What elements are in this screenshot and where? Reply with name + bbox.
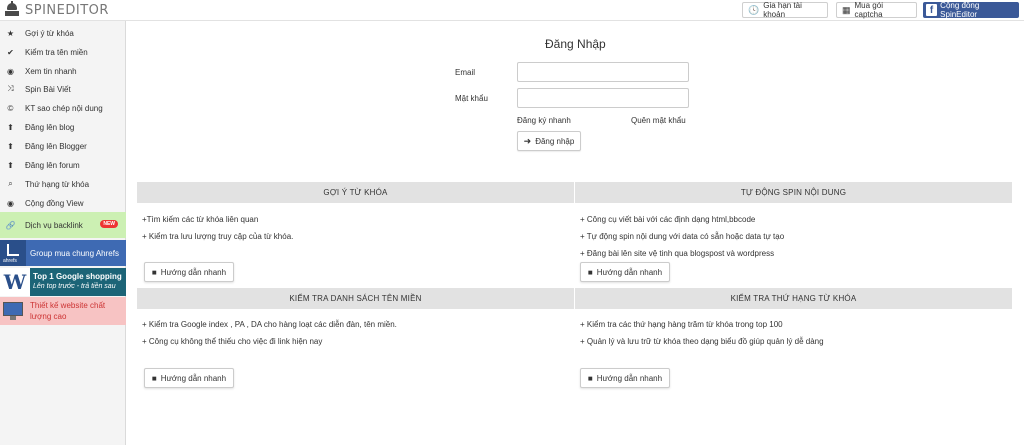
sidebar-item-post-blog[interactable]: ⬆ Đăng lên blog xyxy=(0,118,126,136)
search-icon: ⌕ xyxy=(8,179,13,188)
sidebar-item-label: Đăng lên Blogger xyxy=(25,141,87,151)
guide-button-label: Hướng dẫn nhanh xyxy=(160,267,227,277)
sidebar-item-label: Xem tin nhanh xyxy=(25,66,77,76)
video-camera-icon: ■ xyxy=(587,373,593,383)
email-label: Email xyxy=(455,68,476,77)
star-icon: ★ xyxy=(6,28,15,38)
sidebar-item-community-view[interactable]: ◉ Cộng đồng View xyxy=(0,194,126,212)
ahrefs-logo-text: ahrefs xyxy=(3,258,17,264)
w-logo-icon: W xyxy=(0,268,30,296)
sidebar-item-label: KT sao chép nội dung xyxy=(25,103,103,113)
upload-icon: ⬆ xyxy=(7,122,14,132)
login-title: Đăng Nhập xyxy=(545,37,606,51)
promo-web-line1: Thiết kế website chất xyxy=(30,301,106,310)
community-facebook-button[interactable]: f Cộng đồng SpinEditor xyxy=(923,1,1019,19)
check-icon: ✔ xyxy=(7,47,14,57)
shuffle-icon: ⤨ xyxy=(7,84,14,93)
facebook-icon: f xyxy=(926,4,938,16)
arrow-right-icon: ➜ xyxy=(523,135,532,146)
panel-auto-spin-header: TỰ ĐỘNG SPIN NỘI DUNG xyxy=(575,182,1012,203)
panel-keyword-suggest-header: GỢI Ý TỪ KHÓA xyxy=(137,182,574,203)
sidebar-item-keyword-rank[interactable]: ⌕ Thứ hạng từ khóa xyxy=(0,175,126,193)
eye-icon: ◉ xyxy=(7,66,14,76)
password-label: Mật khẩu xyxy=(455,94,488,103)
new-badge: NEW xyxy=(100,220,118,228)
sidebar-item-post-forum[interactable]: ⬆ Đăng lên forum xyxy=(0,156,126,174)
clock-icon: 🕓 xyxy=(748,4,760,15)
password-field[interactable] xyxy=(517,88,689,108)
email-field[interactable] xyxy=(517,62,689,82)
panel-domain-check-guide-button[interactable]: ■ Hướng dẫn nhanh xyxy=(144,368,234,388)
eye-icon: ◉ xyxy=(7,198,14,208)
sidebar-item-label: Dịch vụ backlink xyxy=(25,220,83,230)
sidebar-item-label: Cộng đồng View xyxy=(25,198,84,208)
promo-shop-title: Top 1 Google shopping xyxy=(33,272,122,281)
panel-auto-spin-bullet: + Công cụ viết bài với các định dạng htm… xyxy=(580,215,756,224)
login-button[interactable]: ➜ Đăng nhập xyxy=(517,131,581,151)
promo-ahrefs-banner[interactable]: ahrefs Group mua chung Ahrefs xyxy=(0,240,126,266)
panel-keyword-rank-bullet: + Kiểm tra các thứ hạng hàng trăm từ khó… xyxy=(580,320,783,329)
panel-keyword-rank-bullet: + Quản lý và lưu trữ từ khóa theo dạng b… xyxy=(580,337,824,346)
brand-logo[interactable]: SPINEDITOR xyxy=(4,1,109,18)
sidebar: ★ Gợi ý từ khóa ✔ Kiểm tra tên miền ◉ Xem t… xyxy=(0,21,126,445)
promo-web-line2: lượng cao xyxy=(30,312,67,321)
sidebar-item-domain-check[interactable]: ✔ Kiểm tra tên miền xyxy=(0,43,126,61)
sidebar-item-label: Đăng lên forum xyxy=(25,160,80,170)
brand-name: SPINEDITOR xyxy=(25,2,109,18)
sidebar-item-spin-article[interactable]: ⤨ Spin Bài Viết xyxy=(0,80,126,98)
temple-icon xyxy=(4,1,20,17)
sidebar-item-backlink[interactable]: 🔗 Dịch vụ backlink NEW xyxy=(0,212,126,238)
panel-keyword-suggest-bullet: +Tìm kiếm các từ khóa liên quan xyxy=(142,215,259,224)
quick-register-link[interactable]: Đăng ký nhanh xyxy=(517,116,571,125)
panel-domain-check-bullet: + Kiểm tra Google index , PA , DA cho hà… xyxy=(142,320,397,329)
video-camera-icon: ■ xyxy=(151,373,157,383)
community-facebook-label: Cộng đồng SpinEditor xyxy=(940,1,980,19)
sidebar-item-label: Kiểm tra tên miền xyxy=(25,47,88,57)
forgot-password-link[interactable]: Quên mật khẩu xyxy=(631,116,686,125)
promo-shop-subtitle: Lên top trước - trả tiền sau xyxy=(33,283,116,290)
sidebar-item-copy-check[interactable]: © KT sao chép nội dung xyxy=(0,99,126,117)
panel-domain-check-bullet: + Công cụ không thể thiếu cho việc đi li… xyxy=(142,337,323,346)
guide-button-label: Hướng dẫn nhanh xyxy=(596,373,663,383)
sidebar-item-label: Spin Bài Viết xyxy=(25,84,71,94)
panel-keyword-rank-header: KIỂM TRA THỨ HẠNG TỪ KHÓA xyxy=(575,288,1012,309)
link-icon: 🔗 xyxy=(5,220,16,230)
qrcode-icon: ▦ xyxy=(842,4,851,15)
panel-auto-spin-bullet: + Đăng bài lên site vệ tinh qua blogspos… xyxy=(580,249,775,258)
sidebar-item-keyword-suggest[interactable]: ★ Gợi ý từ khóa xyxy=(0,24,126,42)
panel-auto-spin-guide-button[interactable]: ■ Hướng dẫn nhanh xyxy=(580,262,670,282)
sidebar-item-post-blogger[interactable]: ⬆ Đăng lên Blogger xyxy=(0,137,126,155)
promo-ahrefs-text: Group mua chung Ahrefs xyxy=(30,248,119,258)
guide-button-label: Hướng dẫn nhanh xyxy=(160,373,227,383)
promo-website-design-banner[interactable]: Thiết kế website chất lượng cao xyxy=(0,297,126,325)
guide-button-label: Hướng dẫn nhanh xyxy=(596,267,663,277)
sidebar-item-label: Thứ hạng từ khóa xyxy=(25,179,90,189)
video-camera-icon: ■ xyxy=(587,267,593,277)
renew-account-button[interactable]: 🕓 Gia hạn tài khoản xyxy=(742,1,828,19)
panel-keyword-suggest-bullet: + Kiểm tra lưu lượng truy cập của từ khó… xyxy=(142,232,294,241)
video-camera-icon: ■ xyxy=(151,267,157,277)
top-bar: SPINEDITOR 🕓 Gia hạn tài khoản ▦ Mua gói… xyxy=(0,0,1024,21)
buy-captcha-button[interactable]: ▦ Mua gói captcha xyxy=(836,1,917,19)
panel-keyword-rank-guide-button[interactable]: ■ Hướng dẫn nhanh xyxy=(580,368,670,388)
sidebar-item-label: Gợi ý từ khóa xyxy=(25,28,74,38)
sidebar-item-label: Đăng lên blog xyxy=(25,122,75,132)
upload-icon: ⬆ xyxy=(7,141,14,151)
upload-icon: ⬆ xyxy=(7,160,14,170)
ahrefs-logo-icon: ahrefs xyxy=(0,240,26,266)
panel-domain-check-header: KIỂM TRA DANH SÁCH TÊN MIỀN xyxy=(137,288,574,309)
panel-auto-spin-bullet: + Tự động spin nội dung với data có sẵn … xyxy=(580,232,785,241)
login-button-label: Đăng nhập xyxy=(535,136,575,146)
promo-google-shopping-banner[interactable]: W Top 1 Google shopping Lên top trước - … xyxy=(0,268,126,296)
renew-account-label: Gia hạn tài khoản xyxy=(763,1,802,19)
sidebar-item-quick-news[interactable]: ◉ Xem tin nhanh xyxy=(0,62,126,80)
panel-keyword-suggest-guide-button[interactable]: ■ Hướng dẫn nhanh xyxy=(144,262,234,282)
copyright-icon: © xyxy=(7,103,14,113)
buy-captcha-label: Mua gói captcha xyxy=(854,1,883,19)
monitor-icon xyxy=(0,297,28,325)
